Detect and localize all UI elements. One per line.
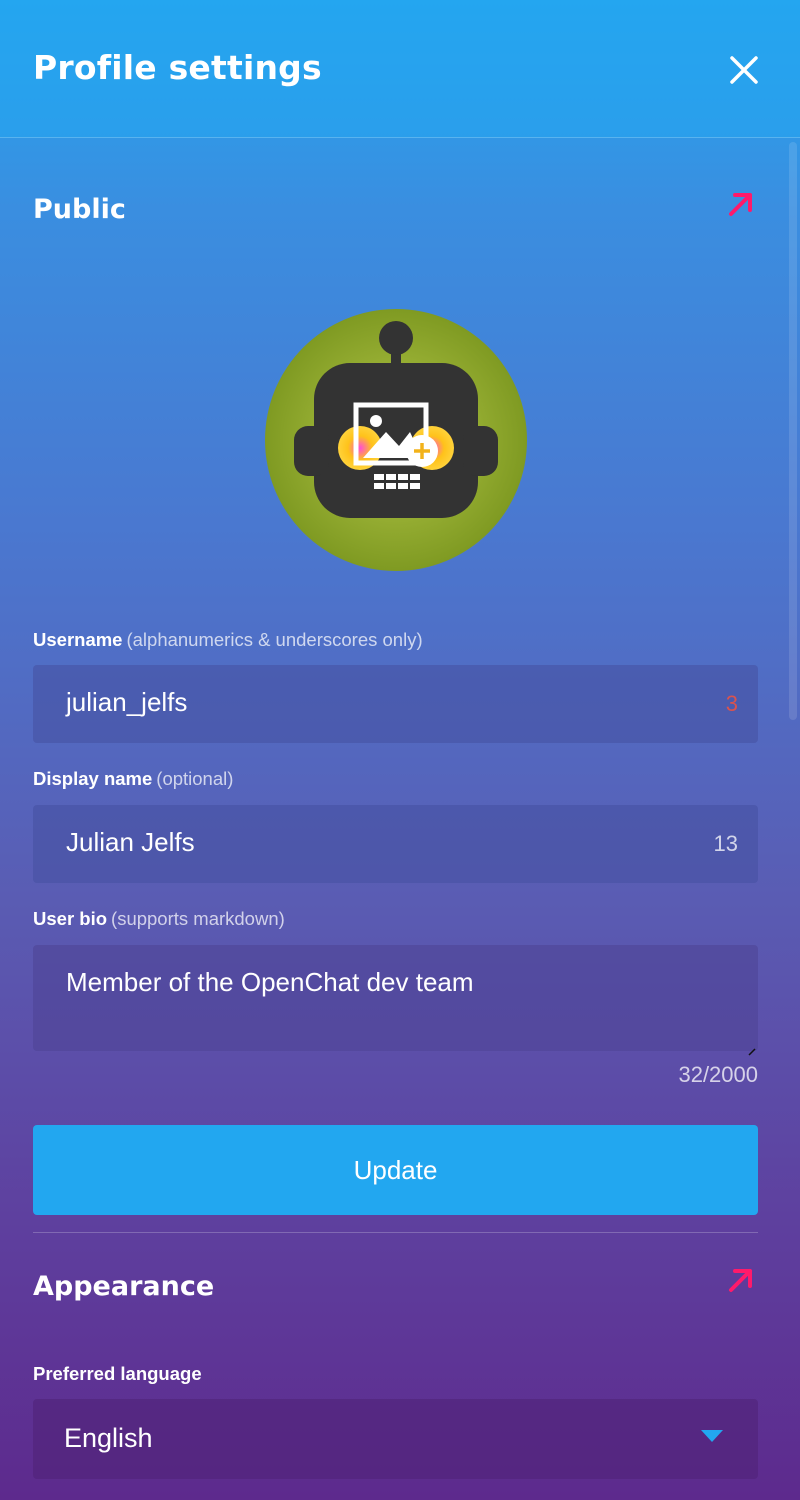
username-input[interactable]: julian_jelfs 3	[33, 665, 758, 743]
username-hint: (alphanumerics & underscores only)	[126, 629, 423, 650]
username-label-text: Username	[33, 629, 123, 650]
bio-counter: 32/2000	[678, 1062, 758, 1087]
arrow-up-right-icon[interactable]	[726, 1266, 756, 1296]
language-select[interactable]: English	[33, 1399, 758, 1479]
display-name-value: Julian Jelfs	[66, 827, 195, 857]
display-name-label: Display name (optional)	[33, 768, 233, 790]
display-name-label-text: Display name	[33, 768, 153, 789]
display-name-input[interactable]: Julian Jelfs 13	[33, 805, 758, 883]
bio-label: User bio (supports markdown)	[33, 908, 285, 930]
scrollbar[interactable]	[789, 142, 797, 720]
language-label: Preferred language	[33, 1363, 202, 1384]
display-name-counter: 13	[713, 831, 738, 856]
page-title: Profile settings	[33, 48, 322, 87]
avatar[interactable]	[264, 308, 528, 572]
header-bar: Profile settings	[0, 0, 800, 138]
section-title-appearance: Appearance	[33, 1271, 215, 1302]
section-title-public: Public	[33, 194, 126, 225]
bio-value: Member of the OpenChat dev team	[66, 967, 474, 997]
username-label: Username (alphanumerics & underscores onl…	[33, 629, 423, 651]
arrow-up-right-icon[interactable]	[726, 190, 756, 220]
robot-avatar-icon	[265, 309, 527, 571]
username-value: julian_jelfs	[66, 687, 188, 717]
language-selected: English	[64, 1423, 153, 1453]
update-button[interactable]: Update	[33, 1125, 758, 1215]
caret-down-icon	[701, 1430, 723, 1442]
username-counter: 3	[725, 691, 738, 716]
bio-textarea[interactable]: Member of the OpenChat dev team	[33, 945, 758, 1056]
bio-label-text: User bio	[33, 908, 108, 929]
divider	[33, 1232, 758, 1233]
close-icon[interactable]	[726, 52, 762, 88]
display-name-hint: (optional)	[156, 768, 234, 789]
bio-hint: (supports markdown)	[111, 908, 285, 929]
resize-handle-icon[interactable]	[748, 1041, 756, 1056]
